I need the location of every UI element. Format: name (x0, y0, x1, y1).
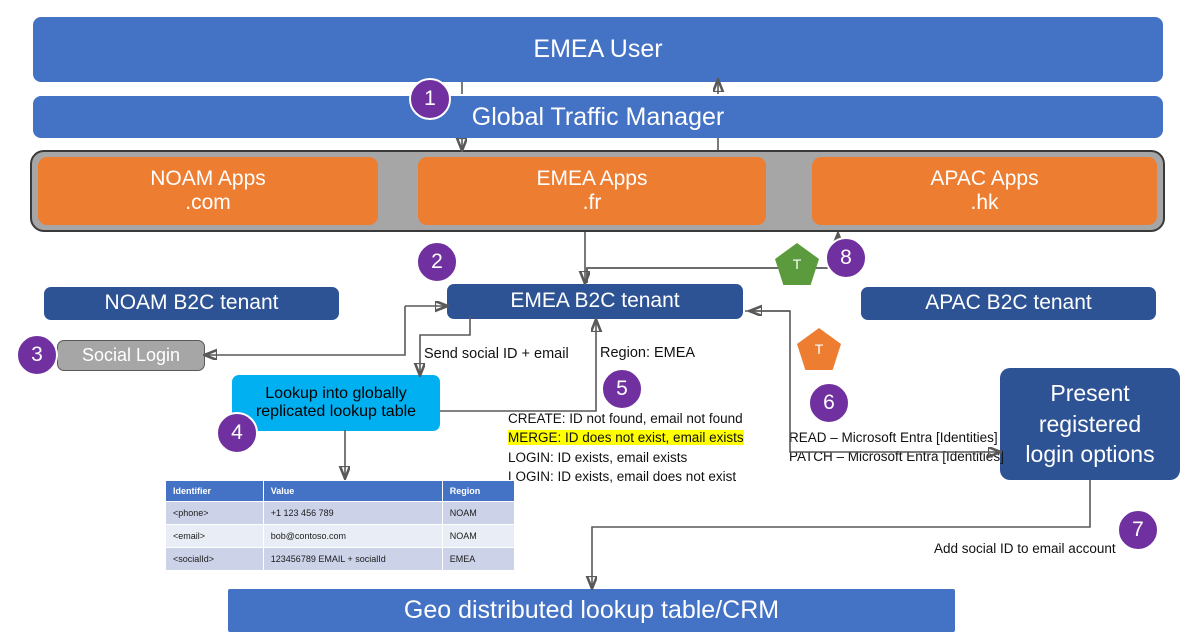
cell-region: NOAM (441, 501, 516, 525)
step-badge-3: 3 (16, 334, 58, 376)
table-row: <phone> +1 123 456 789 NOAM (165, 501, 516, 525)
orange-token-label: T (814, 341, 824, 357)
table-row: <email> bob@contoso.com NOAM (165, 524, 516, 548)
step-1-label: 1 (424, 87, 436, 110)
step-6-label: 6 (823, 391, 835, 414)
cell-region: NOAM (441, 524, 516, 548)
green-token-label: T (792, 256, 802, 272)
th-identifier: Identifier (165, 480, 264, 502)
cell-identifier: <phone> (165, 501, 264, 525)
cell-value: 123456789 EMAIL + socialId (262, 547, 443, 571)
step-badge-7: 7 (1117, 509, 1159, 551)
cell-value: +1 123 456 789 (262, 501, 443, 525)
step-8-label: 8 (840, 246, 852, 269)
step-badge-2: 2 (416, 241, 458, 283)
th-region: Region (441, 480, 516, 502)
step-5-label: 5 (616, 377, 628, 400)
th-value: Value (262, 480, 443, 502)
step-2-label: 2 (431, 250, 443, 273)
diagram-canvas: EMEA User Global Traffic Manager NOAM Ap… (0, 0, 1200, 643)
step-badge-4: 4 (216, 412, 258, 454)
table-header-row: Identifier Value Region (165, 480, 516, 502)
step-4-label: 4 (231, 421, 243, 444)
step-3-label: 3 (31, 343, 43, 366)
cell-region: EMEA (441, 547, 516, 571)
cell-identifier: <socialId> (165, 547, 264, 571)
table-row: <socialId> 123456789 EMAIL + socialId EM… (165, 547, 516, 571)
step-7-label: 7 (1132, 518, 1144, 541)
cell-value: bob@contoso.com (262, 524, 443, 548)
step-badge-8: 8 (825, 237, 867, 279)
step-badge-1: 1 (409, 78, 451, 120)
lookup-table: Identifier Value Region <phone> +1 123 4… (165, 480, 516, 571)
step-badge-6: 6 (808, 382, 850, 424)
step-badge-5: 5 (601, 368, 643, 410)
cell-identifier: <email> (165, 524, 264, 548)
